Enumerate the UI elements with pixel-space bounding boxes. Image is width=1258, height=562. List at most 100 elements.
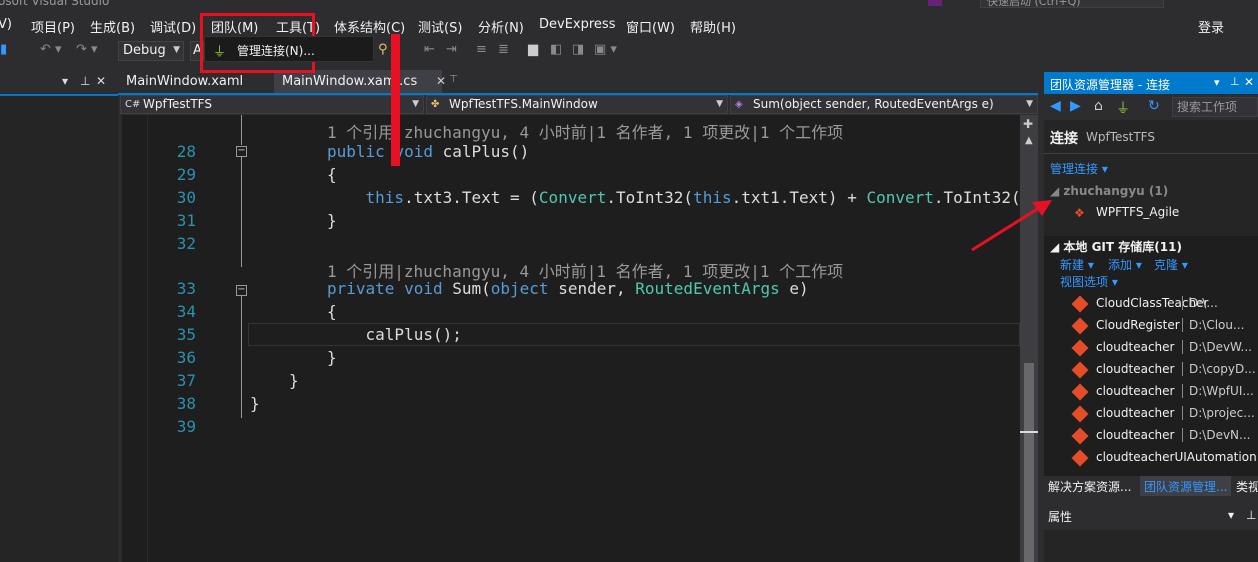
manage-connections-menu-item[interactable]: 管理连接(N)... [237, 42, 315, 59]
uncomment-icon[interactable]: ≣ [498, 42, 509, 57]
repo-list-item[interactable]: cloudteacher D:\DevN... [1071, 426, 1254, 448]
project-nav-select[interactable]: C# WpfTestTFS ▼ [120, 95, 424, 114]
menu-help[interactable]: 帮助(H) [690, 17, 736, 36]
menu-window[interactable]: 窗口(W) [626, 17, 675, 36]
code-token: calPlus(); [327, 325, 462, 344]
repo-list-item[interactable]: CloudRegister D:\Clou... [1071, 316, 1254, 338]
menu-debug[interactable]: 调试(D) [150, 17, 196, 36]
prev-bookmark-icon[interactable]: ◧ [550, 42, 562, 57]
page-title: 连接 [1050, 131, 1078, 147]
redo-icon[interactable]: ↷ ▾ [76, 42, 98, 57]
pin-icon[interactable]: ⊥ [1230, 75, 1240, 88]
line-number: 35 [176, 325, 196, 344]
split-view-icon[interactable]: ✚ [1023, 117, 1033, 131]
next-bookmark-icon[interactable]: ◨ [572, 42, 584, 57]
server-name: zhuchangyu (1) [1063, 184, 1169, 198]
scrollbar-thumb[interactable] [1024, 363, 1034, 562]
chevron-down-icon[interactable]: ▾ [62, 74, 68, 88]
close-icon[interactable]: ✕ [96, 74, 106, 88]
repo-list-item[interactable]: cloudteacherUIAutomation [1071, 448, 1257, 470]
menu-devexpress[interactable]: DevExpress [539, 17, 615, 32]
menu-build[interactable]: 生成(B) [90, 17, 135, 36]
repo-list-item[interactable]: cloudteacher D:\WpfUI... [1071, 382, 1254, 404]
repo-list-item[interactable]: cloudteacher D:\copyD... [1071, 360, 1256, 382]
repo-path: D:\projec... [1182, 406, 1255, 420]
code-editor[interactable]: − − 1 个引用|zhuchangyu, 4 小时前|1 名作者, 1 项更改… [122, 115, 1020, 562]
pin-icon[interactable]: ⊥ [1246, 508, 1256, 522]
repo-list-item[interactable]: CloudClassTeacher D:\... [1071, 294, 1254, 316]
code-line[interactable]: { [327, 302, 337, 321]
connect-plug-icon[interactable]: ⏚ [1116, 98, 1130, 118]
forward-icon[interactable]: ▶ [1070, 98, 1081, 114]
menu-project[interactable]: 项目(P) [31, 17, 75, 36]
tab-team-explorer[interactable]: 团队资源管理... [1140, 476, 1232, 496]
member-nav-select[interactable]: ◈ Sum(object sender, RoutedEventArgs e) ▼ [730, 95, 1038, 114]
team-project-item[interactable]: WPFTFS_Agile [1096, 205, 1179, 219]
git-section-header[interactable]: ◢ 本地 GIT 存储库(11) [1050, 238, 1182, 255]
code-token: { [327, 165, 337, 184]
save-all-icon[interactable]: ▮ [0, 42, 7, 57]
code-line[interactable]: } [327, 211, 337, 230]
menu-view[interactable]: V) [0, 17, 12, 32]
refresh-icon[interactable]: ↻ [1148, 98, 1160, 114]
feedback-flag-icon[interactable] [928, 0, 942, 6]
codelens-info[interactable]: 1 个引用|zhuchangyu, 4 小时前|1 名作者, 1 项更改|1 个… [327, 119, 843, 143]
code-line[interactable]: calPlus(); [327, 325, 462, 344]
indent-icon[interactable]: ⇤ [424, 42, 435, 57]
editor-scrollbar[interactable]: ✚ ▲ [1020, 115, 1038, 562]
add-repo-link[interactable]: 添加 ▾ [1108, 256, 1142, 273]
class-nav-select[interactable]: ✤ WpfTestTFS.MainWindow ▼ [426, 95, 728, 114]
new-repo-link[interactable]: 新建 ▾ [1060, 256, 1094, 273]
collapse-toggle[interactable]: − [236, 146, 247, 157]
chevron-down-icon: ▼ [716, 99, 723, 109]
repo-list-item[interactable]: cloudteacher D:\DevW... [1071, 338, 1254, 360]
solution-config-select[interactable]: Debug ▼ [118, 41, 184, 61]
close-icon[interactable]: ✕ [1244, 75, 1254, 89]
tab-mainwindow-xaml-cs[interactable]: MainWindow.xaml.cs ⊤ [274, 70, 458, 94]
code-line[interactable]: this.txt3.Text = (Convert.ToInt32(this.t… [327, 188, 1020, 207]
current-project-label: WpfTestTFS [1086, 130, 1155, 144]
find-icon[interactable]: ⚲ [378, 42, 388, 57]
chevron-down-icon[interactable]: ▾ [1228, 508, 1234, 522]
left-tool-accent [0, 94, 118, 96]
collapse-toggle[interactable]: − [236, 285, 247, 296]
clone-repo-link[interactable]: 克隆 ▾ [1154, 256, 1188, 273]
quick-launch-box[interactable]: 快速启动 (Ctrl+Q) [980, 0, 1164, 8]
scroll-up-icon[interactable]: ▲ [1025, 135, 1033, 146]
code-line[interactable]: { [327, 165, 337, 184]
menu-analyze[interactable]: 分析(N) [478, 17, 524, 36]
manage-connections-link[interactable]: 管理连接 ▾ [1050, 160, 1108, 177]
team-explorer-panel: 团队资源管理器 - 连接 ▾ ⊥ ✕ ◀ ▶ ⌂ ⏚ ↻ 搜索工作项 连接 Wp… [1044, 72, 1258, 476]
bookmark-icon[interactable]: ▆ [528, 42, 538, 57]
code-line[interactable]: public void calPlus() [327, 142, 529, 161]
pin-icon[interactable]: ⊥ [80, 74, 90, 88]
menu-test[interactable]: 测试(S) [418, 17, 462, 36]
code-token: private [327, 279, 405, 298]
git-section-title: 本地 GIT 存储库(11) [1063, 240, 1182, 254]
document-tabs: MainWindow.xaml MainWindow.xaml.cs ⊤ ✕ [118, 70, 1038, 94]
code-line[interactable]: private void Sum(object sender, RoutedEv… [327, 279, 809, 298]
comment-icon[interactable]: ≡ [476, 42, 487, 57]
tab-solution-explorer[interactable]: 解决方案资源... [1044, 476, 1135, 496]
pin-icon[interactable]: ⊤ [449, 74, 458, 85]
chevron-down-icon[interactable]: ▾ [1214, 76, 1220, 89]
view-options-link[interactable]: 视图选项 ▾ [1060, 273, 1118, 290]
home-icon[interactable]: ⌂ [1094, 98, 1103, 114]
team-search-input[interactable]: 搜索工作项 [1172, 97, 1258, 117]
tab-class-view[interactable]: 类视 [1232, 476, 1258, 496]
code-line[interactable]: } [250, 394, 260, 413]
bookmark-folder-icon[interactable]: ▣ ▾ [594, 42, 617, 57]
code-line[interactable]: } [327, 348, 337, 367]
undo-icon[interactable]: ↶ ▾ [40, 42, 62, 57]
code-line[interactable]: } [289, 371, 299, 390]
git-repo-icon [1071, 383, 1089, 401]
outdent-icon[interactable]: ⇥ [446, 42, 457, 57]
scroll-position-marker [1020, 431, 1038, 433]
server-node[interactable]: ◢ zhuchangyu (1) [1050, 184, 1168, 198]
login-link[interactable]: 登录 [1198, 17, 1224, 36]
repo-name: cloudteacher [1096, 384, 1175, 398]
repo-list-item[interactable]: cloudteacher D:\projec... [1071, 404, 1255, 426]
close-tab-icon[interactable]: ✕ [436, 74, 446, 88]
tab-mainwindow-xaml[interactable]: MainWindow.xaml [118, 70, 276, 94]
back-icon[interactable]: ◀ [1050, 98, 1061, 114]
